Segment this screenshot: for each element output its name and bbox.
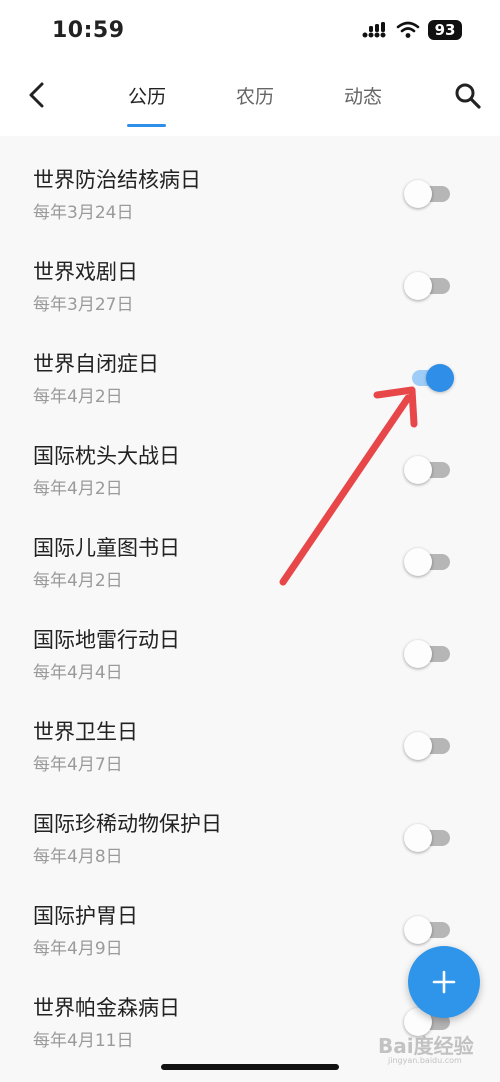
reminder-toggle[interactable] bbox=[404, 179, 452, 209]
watermark-url: jingyan.baidu.com bbox=[388, 1056, 462, 1065]
reminder-toggle[interactable] bbox=[404, 639, 452, 669]
toggle-knob bbox=[404, 916, 432, 944]
top-nav-bar: 公历 农历 动态 bbox=[0, 64, 500, 136]
event-title: 世界自闭症日 bbox=[33, 352, 159, 376]
reminder-toggle[interactable] bbox=[404, 731, 452, 761]
list-item[interactable]: 世界自闭症日 每年4月2日 bbox=[0, 320, 500, 412]
toggle-knob bbox=[404, 824, 432, 852]
cellular-signal-icon bbox=[362, 22, 386, 38]
event-title: 国际珍稀动物保护日 bbox=[33, 812, 222, 836]
list-item[interactable]: 世界戏剧日 每年3月27日 bbox=[0, 228, 500, 320]
event-title: 世界帕金森病日 bbox=[33, 996, 180, 1020]
event-date: 每年4月8日 bbox=[33, 847, 123, 867]
reminder-toggle[interactable] bbox=[404, 915, 452, 945]
event-date: 每年4月4日 bbox=[33, 663, 123, 683]
list-item[interactable]: 国际枕头大战日 每年4月2日 bbox=[0, 412, 500, 504]
event-date: 每年4月9日 bbox=[33, 939, 123, 959]
battery-level: 93 bbox=[434, 21, 456, 39]
wifi-icon bbox=[396, 21, 420, 38]
event-title: 世界卫生日 bbox=[33, 720, 138, 744]
add-event-button[interactable] bbox=[408, 946, 480, 1018]
toggle-knob bbox=[404, 272, 432, 300]
plus-icon bbox=[432, 970, 456, 994]
event-date: 每年4月2日 bbox=[33, 387, 123, 407]
toggle-knob bbox=[404, 640, 432, 668]
list-item[interactable]: 世界防治结核病日 每年3月24日 bbox=[0, 136, 500, 228]
event-date: 每年4月2日 bbox=[33, 479, 123, 499]
event-title: 世界防治结核病日 bbox=[33, 168, 201, 192]
back-arrow-icon[interactable] bbox=[22, 80, 52, 110]
event-date: 每年3月27日 bbox=[33, 295, 134, 315]
status-bar: 10:59 93 bbox=[0, 0, 500, 64]
list-item[interactable]: 国际儿童图书日 每年4月2日 bbox=[0, 504, 500, 596]
toggle-knob bbox=[404, 180, 432, 208]
event-date: 每年3月24日 bbox=[33, 203, 134, 223]
reminder-toggle[interactable] bbox=[404, 455, 452, 485]
search-icon[interactable] bbox=[452, 80, 484, 112]
tab-solar-calendar[interactable]: 公历 bbox=[107, 82, 187, 109]
status-icons: 93 bbox=[362, 20, 462, 40]
event-title: 世界戏剧日 bbox=[33, 260, 138, 284]
event-title: 国际地雷行动日 bbox=[33, 628, 180, 652]
list-item[interactable]: 世界卫生日 每年4月7日 bbox=[0, 688, 500, 780]
reminder-toggle[interactable] bbox=[404, 363, 454, 393]
reminder-toggle[interactable] bbox=[404, 823, 452, 853]
list-item[interactable]: 国际地雷行动日 每年4月4日 bbox=[0, 596, 500, 688]
toggle-knob bbox=[426, 364, 454, 392]
tab-dynamic[interactable]: 动态 bbox=[323, 82, 403, 109]
tab-lunar-calendar[interactable]: 农历 bbox=[215, 82, 295, 109]
reminder-toggle[interactable] bbox=[404, 271, 452, 301]
event-title: 国际护胃日 bbox=[33, 904, 138, 928]
home-indicator[interactable] bbox=[161, 1064, 339, 1070]
toggle-knob bbox=[404, 732, 432, 760]
event-title: 国际儿童图书日 bbox=[33, 536, 180, 560]
reminder-toggle[interactable] bbox=[404, 547, 452, 577]
event-date: 每年4月11日 bbox=[33, 1031, 134, 1051]
battery-indicator: 93 bbox=[428, 20, 462, 40]
status-time: 10:59 bbox=[52, 18, 125, 43]
active-tab-indicator bbox=[127, 124, 166, 127]
event-title: 国际枕头大战日 bbox=[33, 444, 180, 468]
toggle-knob bbox=[404, 456, 432, 484]
event-date: 每年4月7日 bbox=[33, 755, 123, 775]
event-date: 每年4月2日 bbox=[33, 571, 123, 591]
toggle-knob bbox=[404, 548, 432, 576]
list-item[interactable]: 国际珍稀动物保护日 每年4月8日 bbox=[0, 780, 500, 872]
festival-list: 世界防治结核病日 每年3月24日 世界戏剧日 每年3月27日 世界自闭症日 每年… bbox=[0, 136, 500, 1056]
watermark-logo: Bai度经验 bbox=[378, 1034, 474, 1058]
